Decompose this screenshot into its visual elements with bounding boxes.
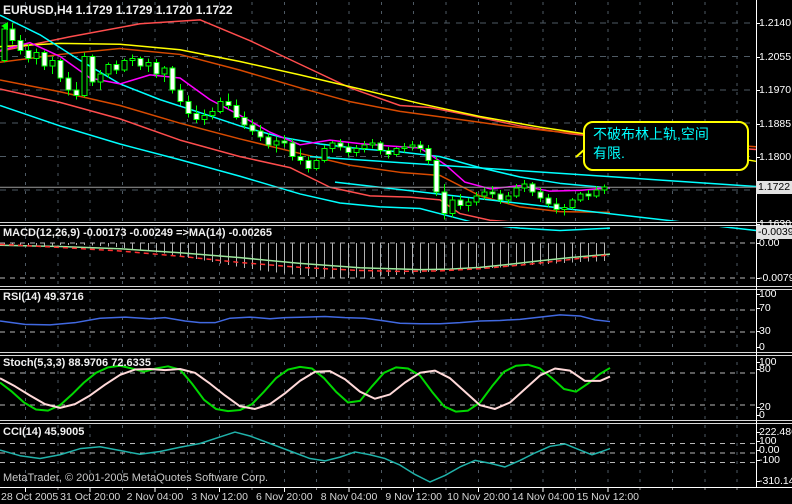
candle-bear (225, 101, 232, 107)
candle-bull (209, 110, 216, 116)
candle-bear (433, 160, 440, 193)
candle-bull (321, 148, 328, 162)
candle-bull (481, 191, 488, 197)
candle-bull (449, 199, 456, 215)
candle-bear (497, 193, 504, 201)
annotation-line-2: 有限. (593, 145, 625, 161)
candle-bear (65, 77, 72, 91)
candle-bull (217, 101, 224, 112)
chart-canvas[interactable] (0, 0, 792, 504)
candle-bull (1, 28, 8, 61)
candle-bear (417, 144, 424, 150)
copyright-text: MetaTrader, © 2001-2005 MetaQuotes Softw… (3, 472, 269, 484)
candle-bull (201, 114, 208, 120)
candle-bull (145, 61, 152, 67)
candle-bull (369, 142, 376, 146)
candle-bull (121, 59, 128, 71)
rsi-label: RSI(14) 49.3716 (3, 291, 84, 303)
candle-bear (257, 130, 264, 138)
candle-bull (577, 193, 584, 201)
candle-bull (473, 195, 480, 203)
mt4-chart-window: EURUSD,H4 1.1729 1.1729 1.1720 1.1722 MA… (0, 0, 792, 504)
candle-bear (153, 61, 160, 75)
candle-bull (409, 144, 416, 148)
candle-bear (113, 63, 120, 71)
candle-bear (489, 191, 496, 195)
candle-bull (97, 73, 104, 83)
candle-bull (81, 55, 88, 97)
candle-bear (17, 40, 24, 52)
candle-bear (345, 146, 352, 154)
candle-bull (33, 51, 40, 59)
candle-bear (289, 142, 296, 158)
candle-bear (377, 142, 384, 152)
cci-label: CCI(14) 45.9005 (3, 426, 85, 438)
candle-bear (137, 57, 144, 67)
candle-bear (57, 59, 64, 79)
candle-bull (129, 57, 136, 61)
candle-bull (313, 160, 320, 169)
symbol-title: EURUSD,H4 1.1729 1.1729 1.1720 1.1722 (3, 3, 233, 17)
candle-bear (265, 136, 272, 146)
candle-bull (401, 146, 408, 150)
annotation-bubble[interactable]: 不破布林上轨,空间 有限. (583, 121, 749, 171)
candle-bear (441, 191, 448, 215)
candle-bear (537, 191, 544, 199)
macd-label: MACD(12,26,9) -0.00173 -0.00249 =>MA(14)… (3, 227, 273, 239)
candle-bear (73, 89, 80, 97)
candle-bull (521, 183, 528, 189)
candle-bear (553, 203, 560, 211)
candle-bear (425, 148, 432, 162)
candle-bear (177, 89, 184, 103)
candle-bull (505, 195, 512, 201)
candle-bear (89, 55, 96, 83)
candle-bear (305, 160, 312, 169)
candle-bear (385, 150, 392, 156)
candle-bear (585, 193, 592, 197)
candle-bull (465, 201, 472, 207)
candle-bear (25, 50, 32, 59)
candle-bear (193, 112, 200, 120)
candle-bear (233, 105, 240, 118)
candle-bear (241, 116, 248, 126)
candle-bull (161, 67, 168, 75)
candle-bear (457, 199, 464, 207)
candle-bear (297, 156, 304, 162)
candle-bull (569, 199, 576, 209)
candle-bull (513, 187, 520, 197)
candle-bear (529, 183, 536, 193)
candle-bull (601, 186, 608, 191)
candle-bull (353, 148, 360, 154)
candle-bear (281, 140, 288, 144)
candle-bear (249, 124, 256, 132)
candle-bull (49, 59, 56, 67)
candle-bear (545, 197, 552, 205)
candle-bear (9, 28, 16, 42)
candle-bear (169, 67, 176, 91)
annotation-line-1: 不破布林上轨,空间 (593, 126, 709, 142)
candle-bear (337, 142, 344, 148)
candle-bear (185, 101, 192, 114)
candle-bull (329, 142, 336, 150)
candle-bull (393, 148, 400, 156)
candle-bear (41, 51, 48, 67)
candle-bull (105, 63, 112, 75)
candle-bull (561, 207, 568, 211)
candle-bull (273, 140, 280, 146)
candle-bull (361, 144, 368, 150)
candle-bull (593, 189, 600, 197)
stoch-label: Stoch(5,3,3) 88.9706 72.6335 (3, 357, 151, 369)
